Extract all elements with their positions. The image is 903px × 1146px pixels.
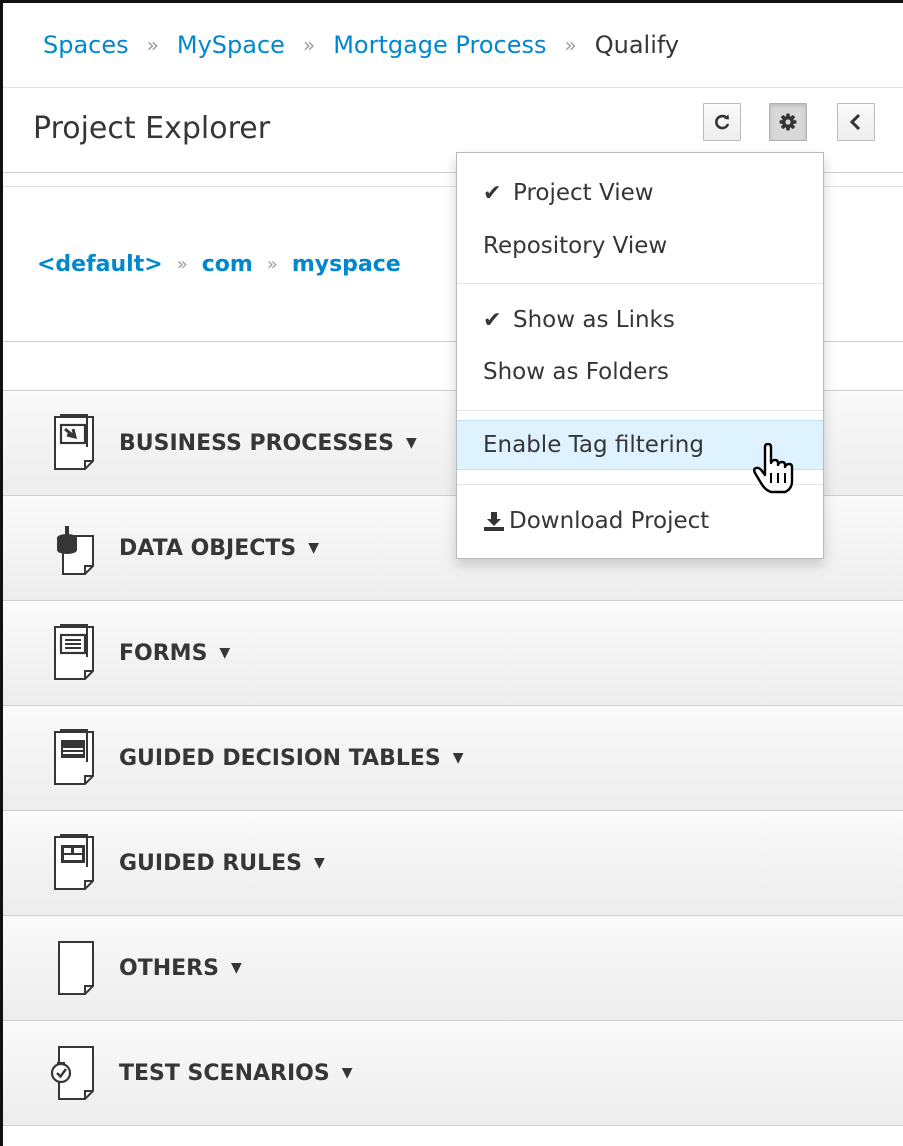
- menu-item-download-project[interactable]: Download Project: [457, 496, 823, 546]
- caret-down-icon: ▼: [308, 540, 320, 556]
- document-icon: [58, 941, 94, 995]
- page-title: Project Explorer: [33, 111, 271, 146]
- section-test-scenarios[interactable]: TEST SCENARIOS ▼: [3, 1020, 903, 1125]
- section-label: GUIDED DECISION TABLES: [119, 745, 441, 771]
- package-separator: »: [176, 253, 188, 275]
- menu-item-label: Project View: [513, 180, 654, 206]
- package-com[interactable]: com: [202, 252, 253, 277]
- section-label: OTHERS: [119, 955, 219, 981]
- hand-cursor-icon: [753, 443, 794, 494]
- section-label: BUSINESS PROCESSES: [119, 430, 394, 456]
- breadcrumb-myspace[interactable]: MySpace: [177, 31, 285, 59]
- caret-down-icon: ▼: [230, 960, 242, 976]
- section-label: FORMS: [119, 640, 208, 666]
- breadcrumb-separator: »: [564, 33, 577, 57]
- menu-item-label: Enable Tag filtering: [483, 432, 704, 458]
- menu-item-label: Download Project: [509, 508, 710, 534]
- breadcrumb-separator: »: [146, 33, 159, 57]
- menu-item-show-as-folders[interactable]: Show as Folders: [457, 347, 823, 397]
- test-scenario-icon: [50, 1046, 94, 1100]
- caret-down-icon: ▼: [314, 855, 325, 871]
- panel-footer: [3, 1125, 903, 1146]
- guided-rule-icon: [54, 834, 94, 890]
- decision-table-icon: [54, 729, 94, 785]
- menu-item-project-view[interactable]: ✔ Project View: [457, 168, 823, 218]
- chevron-left-icon: [849, 113, 861, 131]
- check-icon: ✔: [483, 307, 502, 333]
- breadcrumb: Spaces » MySpace » Mortgage Process » Qu…: [3, 3, 903, 88]
- data-object-icon: [57, 526, 94, 575]
- gear-icon: [779, 113, 797, 131]
- caret-down-icon: ▼: [405, 435, 417, 451]
- section-label: TEST SCENARIOS: [119, 1060, 330, 1086]
- package-separator: »: [266, 253, 278, 275]
- menu-divider: [457, 283, 823, 284]
- section-others[interactable]: OTHERS ▼: [3, 915, 903, 1020]
- section-forms[interactable]: FORMS ▼: [3, 600, 903, 705]
- business-process-icon: [54, 414, 94, 470]
- refresh-button[interactable]: [703, 103, 741, 141]
- download-icon: [484, 512, 504, 531]
- package-myspace[interactable]: myspace: [292, 252, 401, 277]
- settings-dropdown-menu: ✔ Project View Repository View ✔ Show as…: [456, 152, 824, 559]
- section-label: DATA OBJECTS: [119, 535, 297, 561]
- caret-down-icon: ▼: [452, 750, 464, 766]
- form-icon: [54, 624, 94, 680]
- collapse-panel-button[interactable]: [837, 103, 875, 141]
- caret-down-icon: ▼: [219, 645, 231, 661]
- refresh-icon: [715, 114, 730, 130]
- menu-item-label: Repository View: [483, 233, 668, 259]
- section-guided-decision-tables[interactable]: GUIDED DECISION TABLES ▼: [3, 705, 903, 810]
- menu-divider: [457, 410, 823, 411]
- section-label: GUIDED RULES: [119, 850, 303, 876]
- menu-item-repository-view[interactable]: Repository View: [457, 221, 823, 271]
- breadcrumb-separator: »: [302, 33, 316, 57]
- breadcrumb-spaces[interactable]: Spaces: [43, 31, 129, 59]
- menu-item-label: Show as Folders: [483, 359, 669, 385]
- menu-item-label: Show as Links: [513, 307, 675, 333]
- settings-button[interactable]: [769, 103, 807, 141]
- breadcrumb-current: Qualify: [594, 31, 680, 59]
- package-default[interactable]: <default>: [37, 252, 163, 277]
- section-guided-rules[interactable]: GUIDED RULES ▼: [3, 810, 903, 915]
- menu-item-show-as-links[interactable]: ✔ Show as Links: [457, 295, 823, 345]
- check-icon: ✔: [483, 180, 502, 206]
- breadcrumb-mortgage-process[interactable]: Mortgage Process: [333, 31, 546, 59]
- caret-down-icon: ▼: [341, 1065, 353, 1081]
- project-explorer-window: Spaces » MySpace » Mortgage Process » Qu…: [0, 0, 903, 1146]
